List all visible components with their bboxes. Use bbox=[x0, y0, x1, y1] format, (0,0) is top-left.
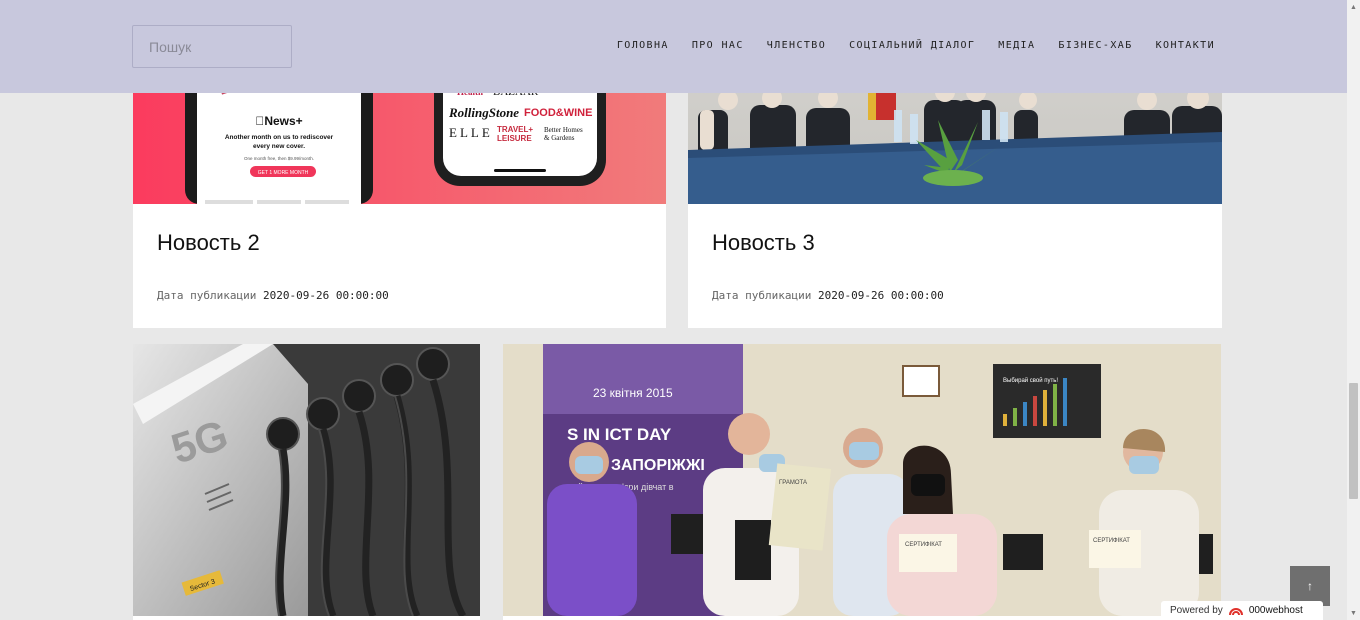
svg-text:LEISURE: LEISURE bbox=[497, 134, 532, 143]
page-scrollbar[interactable]: ▲ ▼ bbox=[1347, 0, 1360, 620]
scroll-up-icon[interactable]: ▲ bbox=[1347, 0, 1360, 14]
svg-text:One month free, then $9.99/mon: One month free, then $9.99/month. bbox=[244, 156, 314, 161]
nav-home[interactable]: ГОЛОВНА bbox=[617, 40, 669, 51]
news-date: Дата публикации 2020-09-26 00:00:00 bbox=[157, 289, 389, 302]
svg-text:FOOD&WINE: FOOD&WINE bbox=[524, 107, 592, 119]
search-input[interactable] bbox=[132, 25, 292, 68]
000webhost-logo-icon bbox=[1228, 607, 1243, 615]
nav-business-hub[interactable]: БІЗНЕС-ХАБ bbox=[1058, 40, 1132, 51]
news-date: Дата публикации 2020-09-26 00:00:00 bbox=[712, 289, 944, 302]
girls-in-ict-day-image: 23 квітня 2015 S IN ICT DAY В ЗАПОРІЖЖІ … bbox=[503, 344, 1221, 616]
powered-by-brand: 000webhost bbox=[1248, 605, 1303, 616]
5g-antenna-image: 5G Sector 3 bbox=[133, 344, 480, 616]
svg-text:23 квітня 2015: 23 квітня 2015 bbox=[593, 386, 673, 400]
arrow-up-icon: ↑ bbox=[1307, 579, 1313, 593]
scroll-down-icon[interactable]: ▼ bbox=[1347, 606, 1360, 620]
powered-by-label: Powered by bbox=[1170, 605, 1223, 616]
svg-text:Better Homes: Better Homes bbox=[544, 126, 583, 134]
svg-text:every new cover.: every new cover. bbox=[253, 143, 305, 150]
scrollbar-thumb[interactable] bbox=[1349, 383, 1358, 499]
svg-text:ГРАМОТА: ГРАМОТА bbox=[779, 480, 807, 486]
nav-contacts[interactable]: КОНТАКТИ bbox=[1156, 40, 1215, 51]
svg-text:TRAVEL+: TRAVEL+ bbox=[497, 125, 533, 134]
svg-text:СЕРТИФІКАТ: СЕРТИФІКАТ bbox=[1093, 538, 1130, 544]
news-title[interactable]: Новость 3 bbox=[712, 230, 815, 256]
svg-text:СЕРТИФІКАТ: СЕРТИФІКАТ bbox=[905, 542, 942, 548]
date-value: 2020-09-26 00:00:00 bbox=[262, 289, 389, 302]
news-card-ict-day[interactable]: 23 квітня 2015 S IN ICT DAY В ЗАПОРІЖЖІ … bbox=[503, 344, 1221, 620]
site-header: ГОЛОВНА ПРО НАС ЧЛЕНСТВО СОЦІАЛЬНИЙ ДІАЛ… bbox=[0, 0, 1347, 93]
svg-text:S IN ICT DAY: S IN ICT DAY bbox=[567, 425, 672, 444]
nav-membership[interactable]: ЧЛЕНСТВО bbox=[767, 40, 826, 51]
main-nav: ГОЛОВНА ПРО НАС ЧЛЕНСТВО СОЦІАЛЬНИЙ ДІАЛ… bbox=[617, 40, 1215, 51]
date-value: 2020-09-26 00:00:00 bbox=[817, 289, 944, 302]
svg-text:ELLE: ELLE bbox=[449, 125, 493, 140]
news-card-5g[interactable]: 5G Sector 3 bbox=[133, 344, 480, 620]
date-label: Дата публикации bbox=[712, 289, 812, 302]
svg-text:& Gardens: & Gardens bbox=[544, 134, 575, 142]
nav-about[interactable]: ПРО НАС bbox=[692, 40, 744, 51]
news-title[interactable]: Новость 2 bbox=[157, 230, 260, 256]
svg-text:Выбирай свой путь!: Выбирай свой путь! bbox=[1003, 377, 1058, 384]
nav-media[interactable]: МЕДІА bbox=[998, 40, 1035, 51]
svg-text:News+: News+ bbox=[255, 114, 302, 128]
nav-social-dialogue[interactable]: СОЦІАЛЬНИЙ ДІАЛОГ bbox=[849, 40, 975, 51]
svg-text:GET 1 MORE MONTH: GET 1 MORE MONTH bbox=[258, 170, 309, 176]
svg-text:RollingStone: RollingStone bbox=[448, 105, 519, 120]
scroll-to-top-button[interactable]: ↑ bbox=[1290, 566, 1330, 606]
powered-by-badge[interactable]: Powered by 000webhost bbox=[1161, 601, 1323, 620]
date-label: Дата публикации bbox=[157, 289, 257, 302]
svg-text:Another month on us to redisco: Another month on us to rediscover bbox=[225, 134, 334, 141]
svg-text:В ЗАПОРІЖЖІ: В ЗАПОРІЖЖІ bbox=[595, 457, 705, 474]
